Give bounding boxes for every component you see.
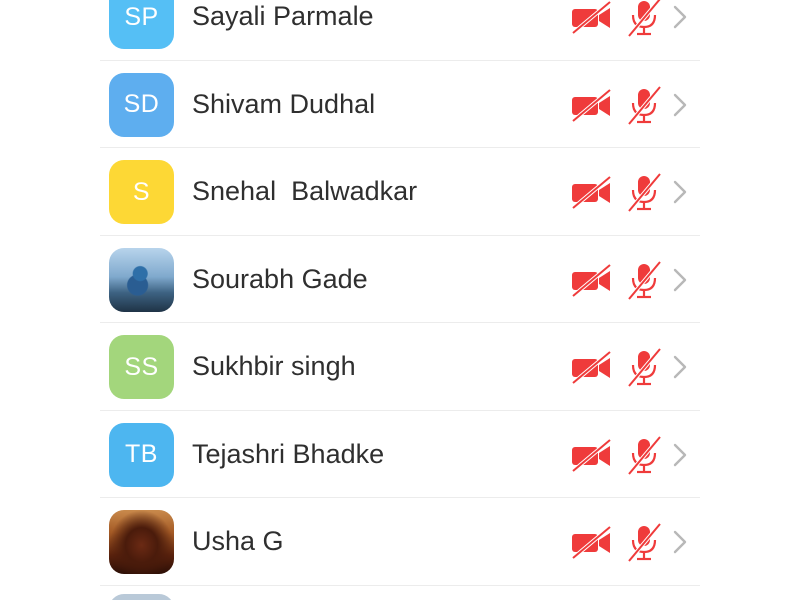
- participant-name: Snehal Balwadkar: [192, 176, 418, 207]
- mic-off-icon[interactable]: [624, 260, 664, 300]
- participant-status-icons: [560, 236, 700, 324]
- participant-status-icons: [560, 61, 700, 149]
- participant-name: Tejashri Bhadke: [192, 438, 385, 469]
- chevron-right-icon[interactable]: [670, 91, 690, 119]
- mic-off-icon[interactable]: [624, 435, 664, 475]
- participant-name: Shivam Dudhal: [192, 88, 376, 119]
- participant-status-icons: [560, 0, 700, 61]
- mic-off-icon[interactable]: [624, 0, 664, 37]
- participant-list: SP Sayali Parmale SD Shivam Dudhal S Sne…: [100, 0, 700, 586]
- participant-row[interactable]: TB Tejashri Bhadke: [100, 411, 700, 499]
- participant-row[interactable]: SP Sayali Parmale: [100, 0, 700, 61]
- mic-off-icon[interactable]: [624, 347, 664, 387]
- chevron-right-icon[interactable]: [670, 441, 690, 469]
- mic-off-icon[interactable]: [624, 522, 664, 562]
- participants-screen: SP Sayali Parmale SD Shivam Dudhal S Sne…: [0, 0, 800, 600]
- participant-row[interactable]: Sourabh Gade: [100, 236, 700, 324]
- video-off-icon[interactable]: [570, 175, 614, 209]
- avatar-initials: SD: [123, 90, 160, 118]
- avatar: SD: [109, 72, 174, 137]
- avatar: TB: [109, 422, 174, 487]
- video-off-icon[interactable]: [570, 350, 614, 384]
- chevron-right-icon[interactable]: [670, 178, 690, 206]
- participant-status-icons: [560, 411, 700, 499]
- participant-status-icons: [560, 323, 700, 411]
- participant-row[interactable]: SD Shivam Dudhal: [100, 61, 700, 149]
- participant-name: Sukhbir singh: [192, 351, 356, 382]
- chevron-right-icon[interactable]: [670, 353, 690, 381]
- video-off-icon[interactable]: [570, 87, 614, 122]
- mic-off-icon[interactable]: [624, 172, 664, 212]
- video-off-icon[interactable]: [570, 0, 614, 34]
- video-off-icon[interactable]: [570, 525, 614, 559]
- participant-status-icons: [560, 148, 700, 236]
- avatar: S: [109, 160, 174, 224]
- video-off-icon[interactable]: [570, 262, 614, 297]
- participant-row[interactable]: Usha G: [100, 498, 700, 586]
- mic-off-icon[interactable]: [624, 85, 664, 125]
- avatar-photo: [109, 510, 174, 574]
- avatar-initials: SP: [124, 2, 159, 31]
- participant-row[interactable]: S Snehal Balwadkar: [100, 148, 700, 236]
- avatar-partial: [109, 594, 174, 600]
- avatar-initials: S: [132, 177, 151, 206]
- chevron-right-icon[interactable]: [670, 266, 690, 294]
- chevron-right-icon[interactable]: [670, 3, 690, 31]
- participant-name: Sayali Parmale: [192, 1, 374, 32]
- participant-status-icons: [560, 498, 700, 586]
- avatar-photo: [109, 247, 174, 312]
- avatar-initials: TB: [125, 440, 158, 468]
- participant-row[interactable]: SS Sukhbir singh: [100, 323, 700, 411]
- avatar: SS: [109, 335, 174, 399]
- participant-name: Sourabh Gade: [192, 263, 368, 294]
- avatar: SP: [109, 0, 174, 49]
- video-off-icon[interactable]: [570, 437, 614, 472]
- participant-name: Usha G: [192, 526, 284, 557]
- avatar-initials: SS: [124, 352, 159, 381]
- chevron-right-icon[interactable]: [670, 528, 690, 556]
